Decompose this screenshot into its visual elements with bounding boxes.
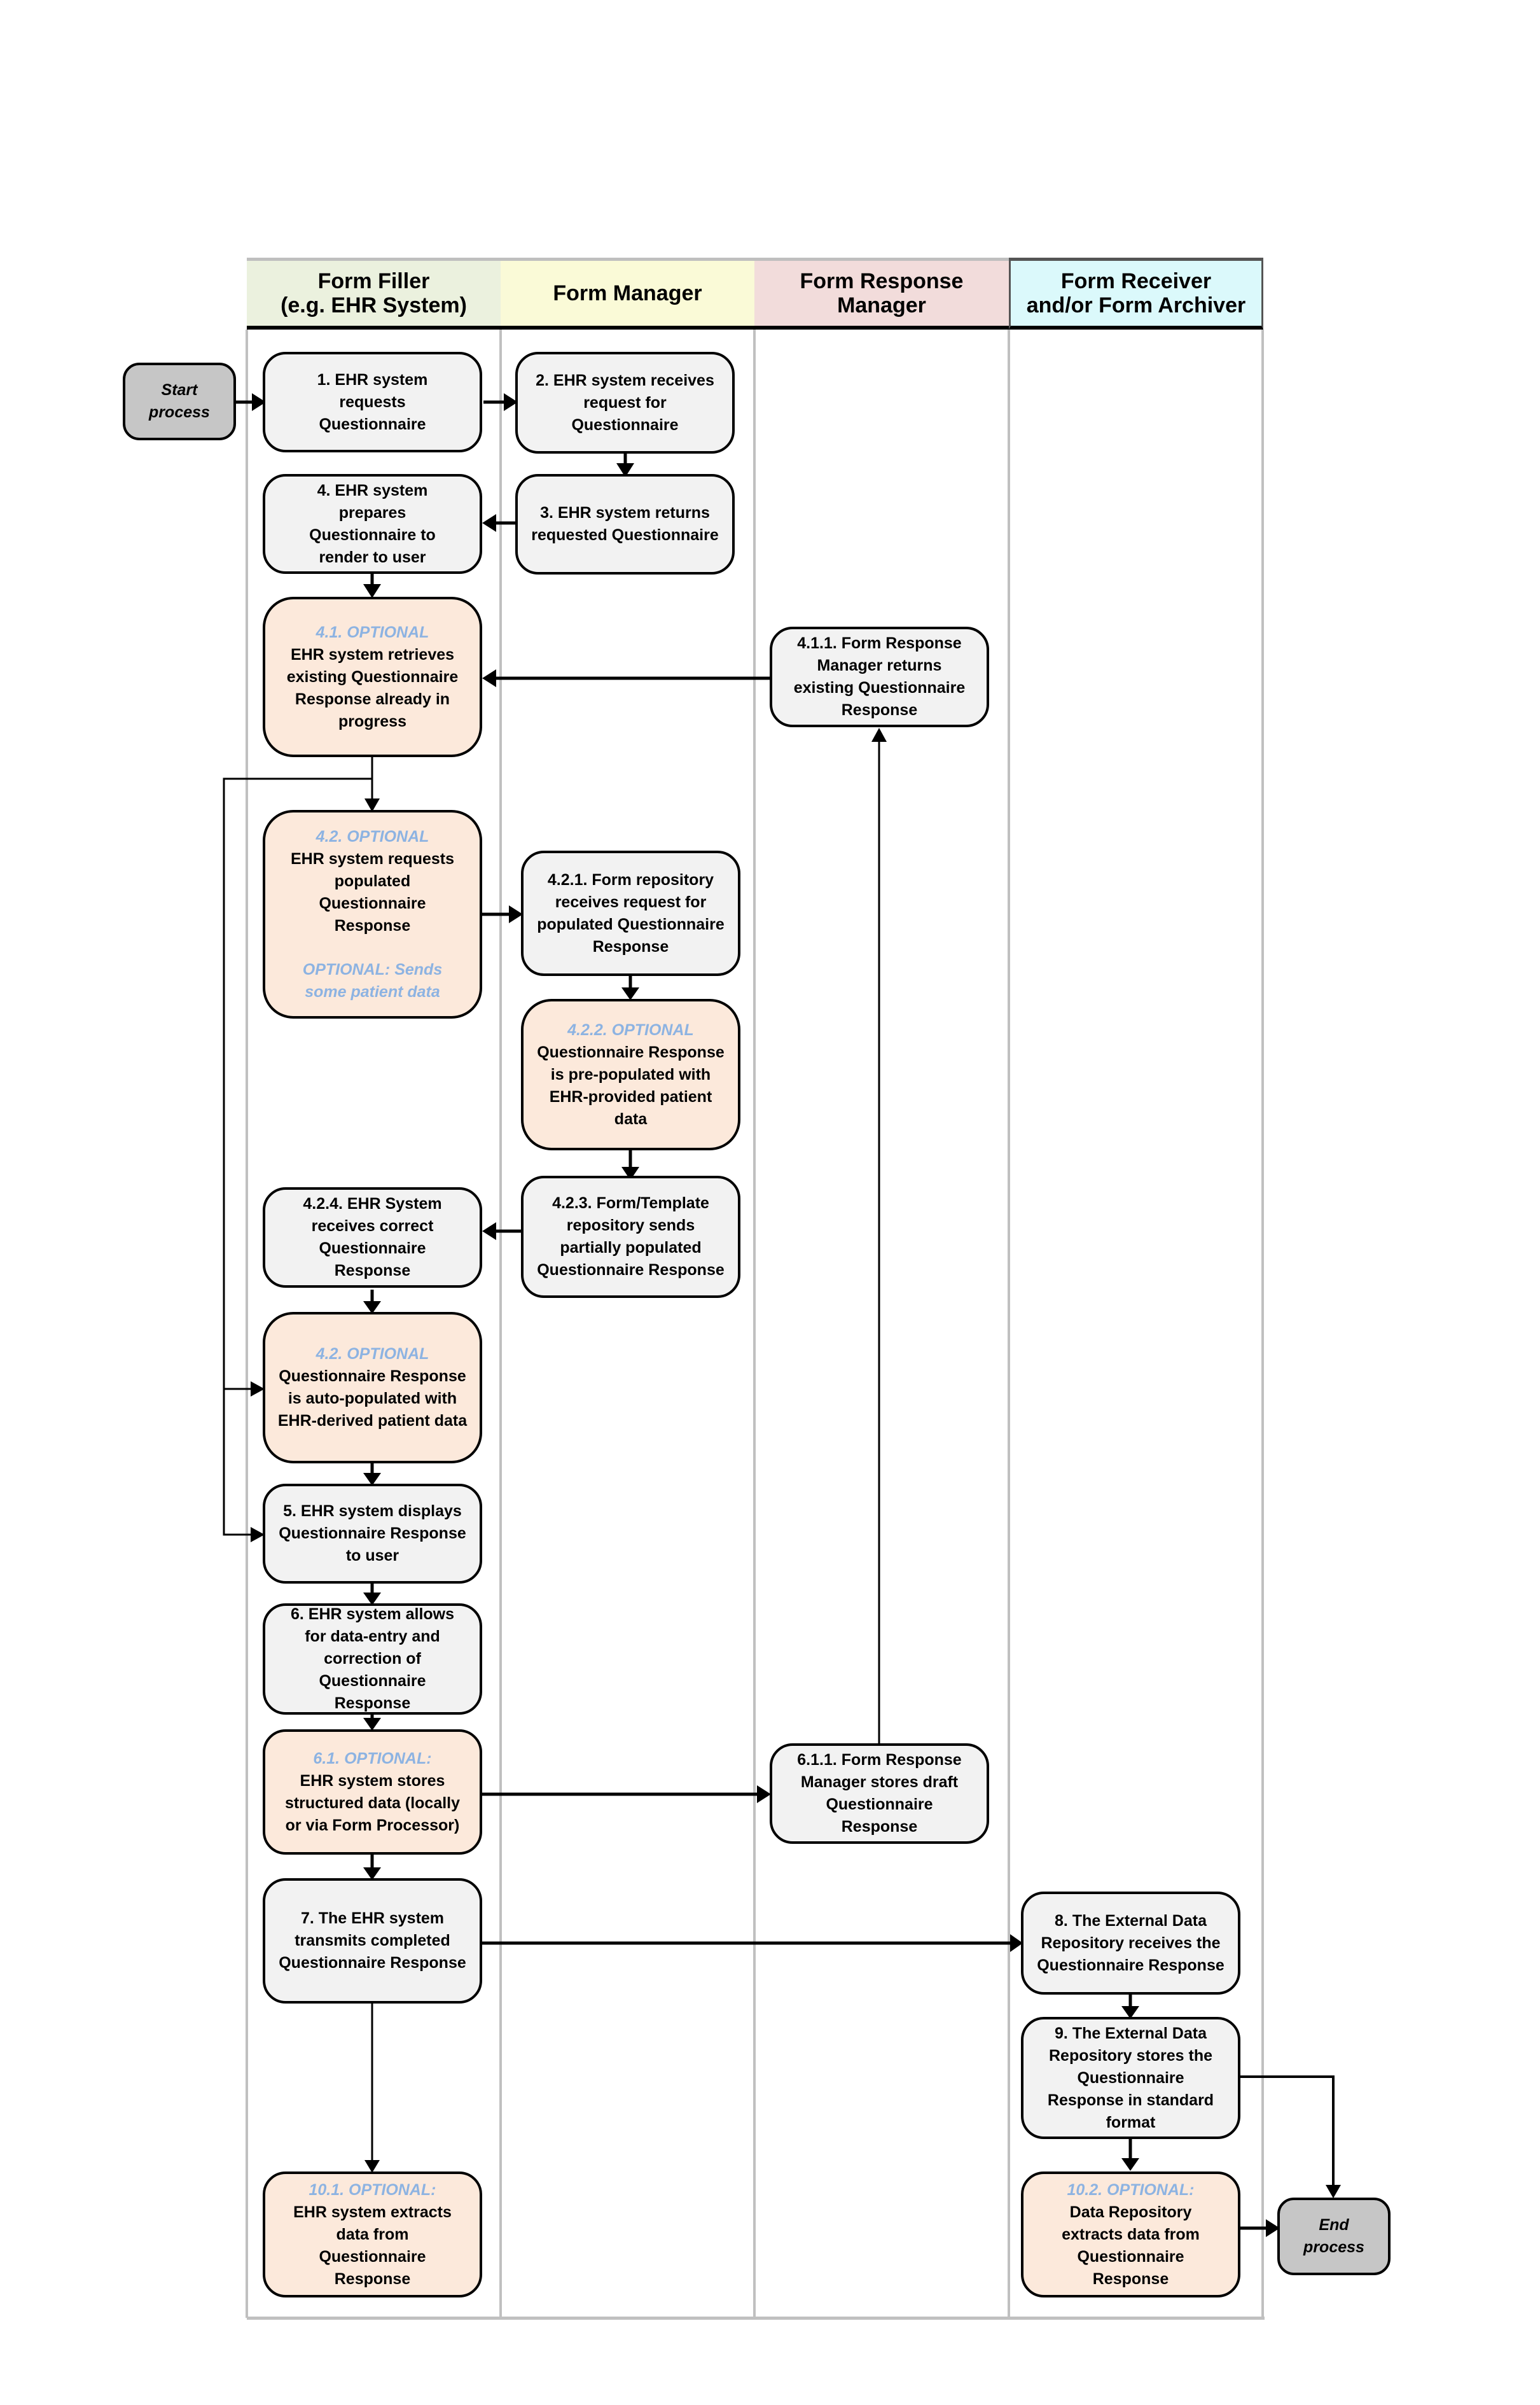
lane-subtitle: Manager [837,293,926,317]
lane-subtitle: and/or Form Archiver [1026,293,1246,317]
step-text: 5. EHR system displays Questionnaire Res… [279,1502,466,1565]
step-text: 4.2.3. Form/Template repository sends pa… [537,1194,725,1279]
step-text: 7. The EHR system transmits completed Qu… [279,1909,466,1972]
step-4-1-1[interactable]: 4.1.1. Form Response Manager returns exi… [770,627,989,727]
optional-label: 4.2.2. OPTIONAL [567,1021,694,1039]
end-process[interactable]: End process [1277,2198,1391,2275]
step-4-2-optional-request[interactable]: 4.2. OPTIONAL EHR system requests popula… [263,810,482,1019]
step-9[interactable]: 9. The External Data Repository stores t… [1021,2017,1240,2139]
optional-label: 4.1. OPTIONAL [316,623,429,641]
step-text: Questionnaire Response is auto-populated… [277,1367,468,1430]
step-1[interactable]: 1. EHR system requests Questionnaire [263,352,482,452]
end-label-line2: process [1303,2238,1364,2256]
optional-note: OPTIONAL: Sends some patient data [302,960,443,1001]
optional-label: 4.2. OPTIONAL [316,1345,429,1363]
optional-label: 10.2. OPTIONAL: [1067,2180,1195,2199]
step-4-2-4[interactable]: 4.2.4. EHR System receives correct Quest… [263,1187,482,1288]
arrowhead [621,987,639,1000]
step-text: 8. The External Data Repository receives… [1037,1911,1224,1974]
lane-title: Form Manager [553,281,702,305]
arrowhead [363,584,381,598]
step-4-1-optional[interactable]: 4.1. OPTIONAL EHR system retrieves exist… [263,597,482,757]
lane-header-form-response-manager: Form Response Manager [754,258,1009,330]
step-6-1-1[interactable]: 6.1.1. Form Response Manager stores draf… [770,1743,989,1844]
lane-title: Form Receiver [1060,269,1212,293]
arrowhead [363,1718,381,1731]
arrowhead [482,514,496,532]
step-6-1-optional[interactable]: 6.1. OPTIONAL: EHR system stores structu… [263,1729,482,1855]
step-text: 6.1.1. Form Response Manager stores draf… [797,1751,962,1836]
step-text: 9. The External Data Repository stores t… [1047,2024,1214,2131]
arrowhead [871,728,887,742]
step-text: 6. EHR system allows for data-entry and … [290,1605,455,1712]
arrowhead [1121,2158,1139,2171]
start-process[interactable]: Start process [123,363,236,440]
step-text: 3. EHR system returns requested Question… [531,504,719,544]
arrowhead [482,1222,496,1240]
lane-divider [499,330,502,2318]
lane-bottom-border [247,2317,1265,2320]
optional-label: 10.1. OPTIONAL: [309,2180,436,2199]
lane-header-form-filler: Form Filler (e.g. EHR System) [247,258,501,330]
arrowhead [364,2160,380,2173]
lane-title: Form Filler [317,269,430,293]
step-4-2-1[interactable]: 4.2.1. Form repository receives request … [521,851,740,976]
step-text: 2. EHR system receives request for Quest… [536,371,714,434]
step-text: 1. EHR system requests Questionnaire [317,370,428,433]
step-text: Questionnaire Response is pre-populated … [537,1043,725,1128]
arrowhead [1326,2185,1341,2198]
lane-header-form-manager: Form Manager [501,258,754,330]
arrow-9-to-end [1238,2075,1335,2189]
step-text: EHR system stores structured data (local… [284,1771,461,1834]
lane-title: Form Response [800,269,964,293]
step-4-2-2-optional[interactable]: 4.2.2. OPTIONAL Questionnaire Response i… [521,999,740,1150]
step-text: 4. EHR system prepares Questionnaire to … [309,481,436,566]
step-10-2-optional[interactable]: 10.2. OPTIONAL: Data Repository extracts… [1021,2171,1240,2297]
step-10-1-optional[interactable]: 10.1. OPTIONAL: EHR system extracts data… [263,2171,482,2297]
lane-divider [1008,330,1010,2318]
lane-subtitle: (e.g. EHR System) [281,293,467,317]
start-label-line1: Start [161,381,198,399]
lane-divider [246,330,248,2318]
step-text: Data Repository extracts data from Quest… [1062,2203,1200,2288]
step-text: EHR system retrieves existing Questionna… [286,645,459,730]
step-4-2-3[interactable]: 4.2.3. Form/Template repository sends pa… [521,1176,740,1298]
arrowhead [757,1785,771,1803]
connectors [223,393,1341,2237]
step-text: 4.2.1. Form repository receives request … [537,870,725,956]
lane-header-form-receiver: Form Receiver and/or Form Archiver [1009,258,1263,330]
step-text: EHR system extracts data from Questionna… [293,2203,452,2288]
step-text: EHR system requests populated Questionna… [290,849,455,935]
step-2[interactable]: 2. EHR system receives request for Quest… [515,352,735,454]
step-text: 4.2.4. EHR System receives correct Quest… [303,1195,442,1279]
end-label-line1: End [1319,2216,1349,2234]
lane-divider [1261,330,1264,2318]
start-label-line2: process [149,403,210,421]
optional-label: 4.2. OPTIONAL [316,827,429,846]
arrowhead [482,669,496,687]
step-7[interactable]: 7. The EHR system transmits completed Qu… [263,1878,482,2004]
optional-label: 6.1. OPTIONAL: [313,1749,432,1767]
step-text: 4.1.1. Form Response Manager returns exi… [793,634,966,719]
step-6[interactable]: 6. EHR system allows for data-entry and … [263,1603,482,1715]
step-8[interactable]: 8. The External Data Repository receives… [1021,1892,1240,1995]
step-5[interactable]: 5. EHR system displays Questionnaire Res… [263,1484,482,1584]
step-4-2-optional-autopopulate[interactable]: 4.2. OPTIONAL Questionnaire Response is … [263,1312,482,1463]
step-3[interactable]: 3. EHR system returns requested Question… [515,474,735,575]
step-4[interactable]: 4. EHR system prepares Questionnaire to … [263,474,482,574]
lane-divider [753,330,756,2318]
